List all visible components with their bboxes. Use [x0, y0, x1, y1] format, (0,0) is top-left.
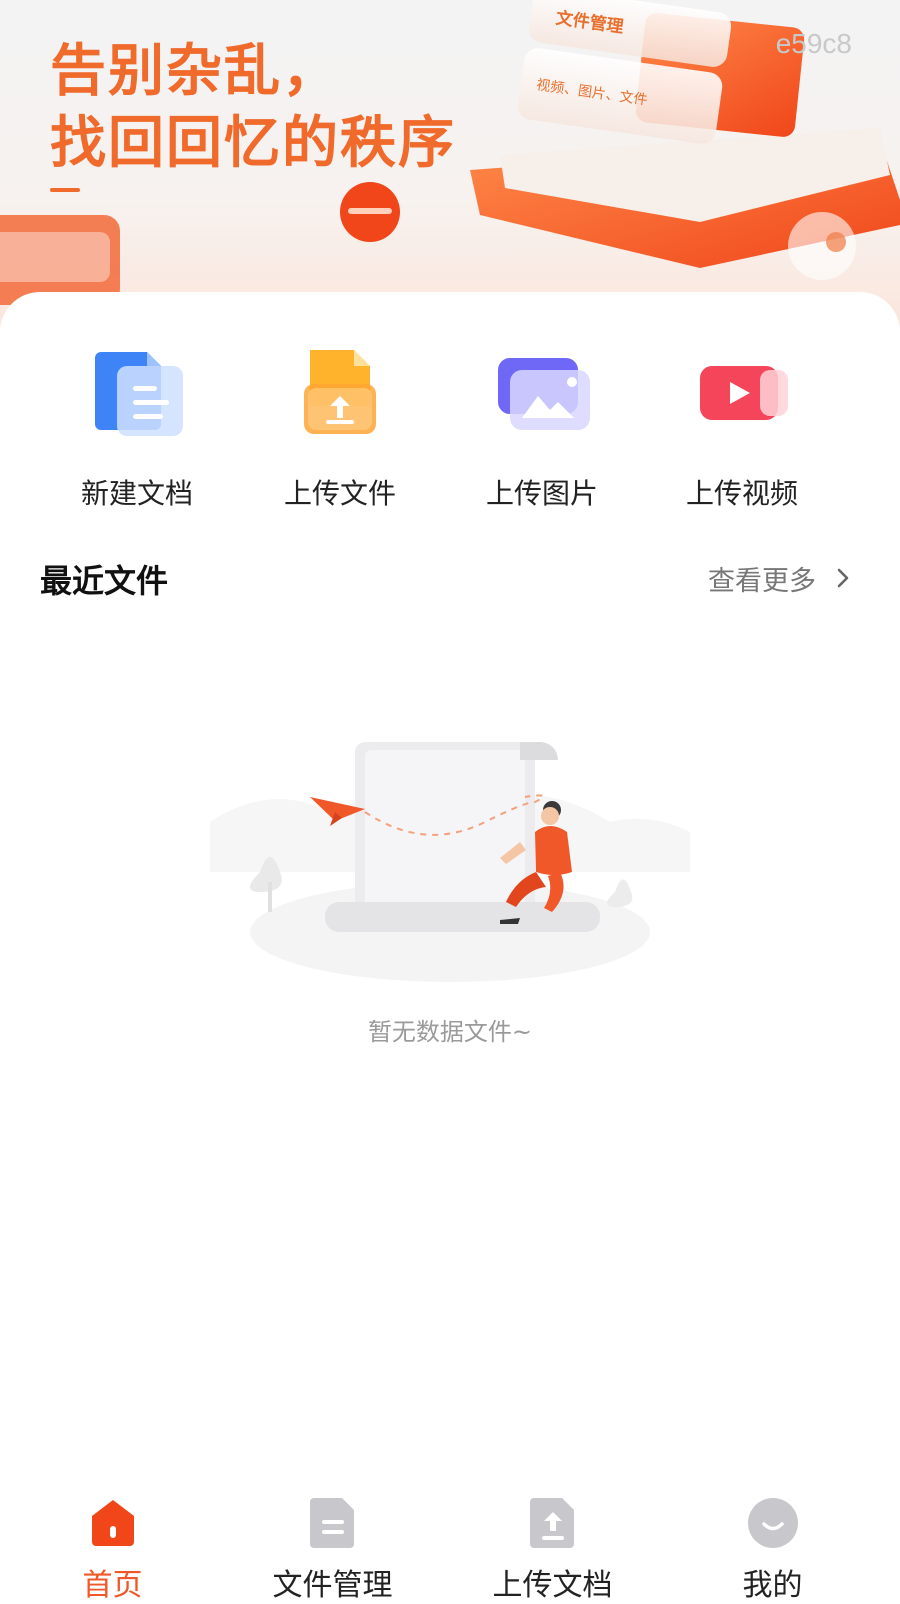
new-document-icon — [95, 352, 183, 436]
upload-video-button[interactable]: 上传视频 — [642, 344, 842, 524]
tab-profile-label: 我的 — [742, 1568, 803, 1603]
banner-divider — [50, 188, 80, 192]
banner-title-line1: 告别杂乱， — [50, 39, 340, 104]
see-more-label: 查看更多 — [708, 565, 816, 597]
tab-home[interactable]: 首页 — [0, 1486, 225, 1603]
new-document-label: 新建文档 — [80, 477, 193, 510]
hero-banner[interactable]: 文件管理 视频、图片、文件 告别杂乱， 找回回忆的秩序 e59c8 — [0, 0, 900, 330]
upload-document-icon — [530, 1498, 574, 1548]
upload-video-label: 上传视频 — [685, 477, 798, 510]
see-more-link[interactable]: 查看更多 — [708, 558, 854, 598]
recent-files-title: 最近文件 — [40, 562, 169, 600]
tab-file-manage-label: 文件管理 — [272, 1568, 393, 1603]
file-manage-icon — [310, 1498, 354, 1548]
tab-upload-document-label: 上传文档 — [492, 1568, 613, 1603]
upload-file-button[interactable]: 上传文件 — [240, 344, 440, 524]
upload-video-icon — [700, 366, 788, 420]
content-sheet: 新建文档 上传文件 上传图片 上传视频 最近文件 查看更多 暂无数据文件~ — [0, 292, 900, 1600]
quick-actions: 新建文档 上传文件 上传图片 上传视频 — [0, 344, 900, 524]
banner-title-line2: 找回回忆的秩序 — [50, 111, 456, 176]
upload-image-icon — [498, 358, 590, 430]
upload-file-label: 上传文件 — [283, 477, 396, 510]
banner-title: 告别杂乱， 找回回忆的秩序 — [50, 36, 456, 180]
tab-upload-document[interactable]: 上传文档 — [440, 1486, 665, 1603]
empty-state-illustration — [210, 742, 690, 982]
profile-icon — [748, 1498, 798, 1548]
chevron-right-icon — [837, 568, 849, 588]
upload-image-label: 上传图片 — [485, 477, 598, 510]
home-icon — [92, 1500, 134, 1546]
bottom-tab-bar: 首页 文件管理 上传文档 我的 — [0, 1486, 900, 1603]
empty-state-text: 暂无数据文件~ — [367, 1018, 533, 1046]
tab-profile[interactable]: 我的 — [660, 1486, 885, 1603]
tab-home-label: 首页 — [82, 1568, 143, 1603]
upload-file-icon — [304, 350, 376, 434]
watermark-text: e59c8 — [775, 28, 852, 59]
tab-file-manage[interactable]: 文件管理 — [220, 1486, 445, 1603]
new-document-button[interactable]: 新建文档 — [37, 344, 237, 524]
upload-image-button[interactable]: 上传图片 — [442, 344, 642, 524]
